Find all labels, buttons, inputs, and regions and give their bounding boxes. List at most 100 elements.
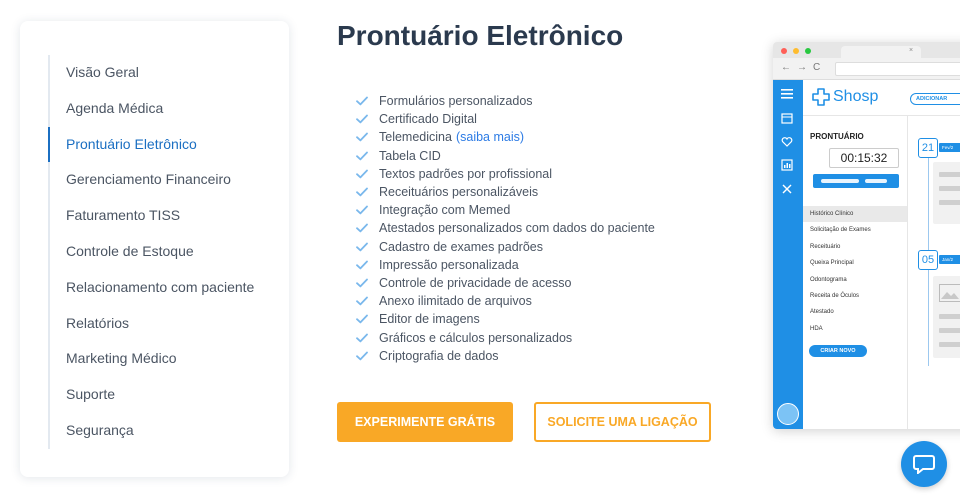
check-icon <box>356 169 370 179</box>
feature-text: Certificado Digital <box>379 112 477 127</box>
reload-icon: C <box>813 62 821 73</box>
nav-item-controle-estoque[interactable]: Controle de Estoque <box>50 234 278 270</box>
mockup-timeline: 21 Fev/2 05 Jan/2 <box>908 116 960 429</box>
record-menu-item: Solicitação de Exames <box>810 227 871 234</box>
feature-item: Formulários personalizados <box>356 92 655 110</box>
check-icon <box>356 223 370 233</box>
feature-item: Gráficos e cálculos personalizados <box>356 328 655 346</box>
chat-button[interactable] <box>901 441 947 487</box>
menu-icon <box>781 89 793 102</box>
record-menu-item: Receita de Óculos <box>810 292 860 299</box>
check-icon <box>356 205 370 215</box>
check-icon <box>356 187 370 197</box>
nav-item-agenda-medica[interactable]: Agenda Médica <box>50 91 278 127</box>
record-menu-item: Atestado <box>810 309 834 316</box>
check-icon <box>356 333 370 343</box>
nav-item-gerenciamento-financeiro[interactable]: Gerenciamento Financeiro <box>50 162 278 198</box>
feature-item: Telemedicina (saiba mais) <box>356 128 655 146</box>
feature-item: Tabela CID <box>356 147 655 165</box>
request-call-button[interactable]: SOLICITE UMA LIGAÇÃO <box>534 402 711 442</box>
tools-icon <box>781 183 793 198</box>
feature-item: Editor de imagens <box>356 310 655 328</box>
feature-text: Impressão personalizada <box>379 257 519 272</box>
timeline-date: 05 <box>918 250 938 270</box>
record-menu: Histórico Clínico Solicitação de Exames Re… <box>803 206 907 337</box>
feature-item: Atestados personalizados com dados do pa… <box>356 219 655 237</box>
timeline-date: 21 <box>918 138 938 158</box>
check-icon <box>356 114 370 124</box>
section-nav-card: Visão Geral Agenda Médica Prontuário Ele… <box>20 21 289 477</box>
close-dot-icon <box>781 48 787 54</box>
timeline-card <box>933 162 960 224</box>
add-button: ADICIONAR <box>910 93 960 105</box>
try-free-button[interactable]: EXPERIMENTE GRÁTIS <box>337 402 513 442</box>
check-icon <box>356 132 370 142</box>
nav-item-prontuario-eletronico[interactable]: Prontuário Eletrônico <box>48 126 278 163</box>
feature-item: Certificado Digital <box>356 110 655 128</box>
nav-item-relacionamento-paciente[interactable]: Relacionamento com paciente <box>50 270 278 306</box>
record-menu-item: Queixa Principal <box>810 260 854 267</box>
nav-item-seguranca[interactable]: Segurança <box>50 413 278 449</box>
nav-item-faturamento-tiss[interactable]: Faturamento TISS <box>50 198 278 234</box>
feature-text: Receituários personalizáveis <box>379 185 539 200</box>
mockup-app-header: Shosp ADICIONAR <box>803 80 960 116</box>
feature-text: Criptografia de dados <box>379 348 499 363</box>
mockup-app-sidebar <box>773 80 803 429</box>
nav-item-visao-geral[interactable]: Visão Geral <box>50 55 278 91</box>
forward-arrow-icon: → <box>797 62 807 73</box>
feature-text: Telemedicina <box>379 130 452 145</box>
feature-list: Formulários personalizados Certificado Di… <box>356 92 655 365</box>
tab-close-icon: × <box>909 47 914 54</box>
check-icon <box>356 260 370 270</box>
timeline-date-tag: Jan/2 <box>939 255 960 264</box>
record-menu-item: Receituário <box>810 243 841 250</box>
feature-item: Impressão personalizada <box>356 256 655 274</box>
feature-item: Anexo ilimitado de arquivos <box>356 292 655 310</box>
check-icon <box>356 278 370 288</box>
check-icon <box>356 96 370 106</box>
timeline-date-tag: Fev/2 <box>939 143 960 152</box>
shosp-cross-logo-icon <box>812 88 830 106</box>
section-nav-list: Visão Geral Agenda Médica Prontuário Ele… <box>48 55 278 449</box>
feature-text: Anexo ilimitado de arquivos <box>379 294 532 309</box>
record-menu-item: Odontograma <box>810 276 847 283</box>
feature-item: Receituários personalizáveis <box>356 183 655 201</box>
image-placeholder-icon <box>939 284 960 302</box>
feature-text: Tabela CID <box>379 148 441 163</box>
nav-item-suporte[interactable]: Suporte <box>50 377 278 413</box>
panel-title: PRONTUÁRIO <box>810 132 864 141</box>
nav-item-marketing-medico[interactable]: Marketing Médico <box>50 341 278 377</box>
back-arrow-icon: ← <box>781 62 791 73</box>
check-icon <box>356 314 370 324</box>
check-icon <box>356 296 370 306</box>
calendar-icon <box>781 112 793 127</box>
session-timer: 00:15:32 <box>829 148 899 168</box>
shosp-logo: Shosp <box>811 87 878 107</box>
chat-bubble-icon <box>913 455 935 474</box>
timeline-card <box>933 276 960 358</box>
nav-item-relatorios[interactable]: Relatórios <box>50 306 278 342</box>
create-new-button: CRIAR NOVO <box>809 345 867 357</box>
mockup-url-field <box>835 62 960 76</box>
feature-text: Editor de imagens <box>379 312 480 327</box>
feature-item: Cadastro de exames padrões <box>356 238 655 256</box>
progress-bar <box>813 174 899 188</box>
record-menu-item: Histórico Clínico <box>803 206 907 223</box>
avatar <box>777 403 799 425</box>
check-icon <box>356 351 370 361</box>
feature-text: Gráficos e cálculos personalizados <box>379 330 573 345</box>
feature-text: Textos padrões por profissional <box>379 166 553 181</box>
maximize-dot-icon <box>805 48 811 54</box>
chart-icon <box>781 159 793 174</box>
feature-text: Cadastro de exames padrões <box>379 239 543 254</box>
mockup-tab-bar: × <box>773 42 960 58</box>
mockup-record-panel: PRONTUÁRIO 00:15:32 Histórico Clínico Sol… <box>803 116 908 429</box>
feature-item: Criptografia de dados <box>356 347 655 365</box>
feature-text: Controle de privacidade de acesso <box>379 275 572 290</box>
check-icon <box>356 151 370 161</box>
feature-text: Formulários personalizados <box>379 94 533 109</box>
page-title: Prontuário Eletrônico <box>337 20 624 51</box>
learn-more-link[interactable]: (saiba mais) <box>456 130 524 144</box>
feature-item: Textos padrões por profissional <box>356 165 655 183</box>
record-menu-item: HDA <box>810 325 823 332</box>
